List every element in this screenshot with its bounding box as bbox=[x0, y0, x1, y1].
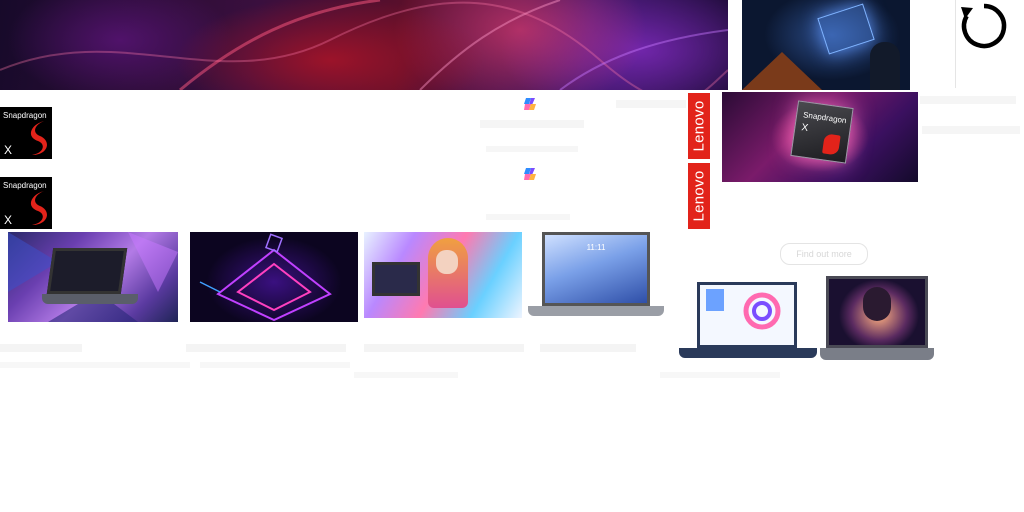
faded-text-line bbox=[920, 96, 1016, 104]
chip-model: X bbox=[800, 122, 809, 134]
character-face bbox=[436, 250, 458, 274]
laptop-screen bbox=[372, 262, 420, 296]
hero-banner[interactable] bbox=[0, 0, 728, 90]
copilot-graphic bbox=[706, 289, 781, 330]
product-image-silver-laptop[interactable]: 11:11 bbox=[528, 232, 664, 320]
faded-text-line bbox=[616, 100, 686, 108]
product-image-portrait-laptop[interactable] bbox=[820, 276, 934, 364]
lock-screen-time: 11:11 bbox=[586, 243, 606, 252]
vertical-divider bbox=[955, 0, 956, 88]
snapdragon-flame-icon bbox=[822, 133, 841, 156]
hero-swirl-graphic bbox=[0, 0, 728, 90]
faded-text-line bbox=[186, 344, 346, 352]
faded-text-line bbox=[200, 362, 350, 368]
faded-text-line bbox=[0, 344, 82, 352]
product-image-neon-geometry[interactable] bbox=[190, 232, 358, 322]
snapdragon-badge: Snapdragon X bbox=[0, 107, 52, 159]
faded-text-line bbox=[922, 126, 1020, 134]
faded-text-line bbox=[540, 344, 636, 352]
find-out-more-button[interactable]: Find out more bbox=[780, 243, 868, 265]
copilot-icon bbox=[522, 166, 538, 182]
lenovo-logo-text: Lenovo bbox=[690, 100, 708, 152]
portrait-figure bbox=[863, 287, 891, 321]
laptop-screen bbox=[826, 276, 928, 348]
snapdragon-model: X bbox=[4, 143, 13, 157]
laptop-screen: 11:11 bbox=[542, 232, 650, 306]
faded-text-line bbox=[0, 362, 190, 368]
faded-text-line bbox=[354, 372, 458, 378]
lenovo-logo-text: Lenovo bbox=[690, 170, 708, 222]
reload-icon bbox=[961, 3, 1007, 49]
snapdragon-flame-icon bbox=[30, 121, 47, 155]
product-image-laptop-geometric[interactable] bbox=[8, 232, 178, 322]
snapdragon-flame-icon bbox=[30, 191, 47, 225]
reload-button[interactable] bbox=[958, 0, 1010, 52]
copilot-icon bbox=[522, 96, 538, 112]
product-image-copilot-laptop[interactable] bbox=[679, 276, 817, 362]
faded-text-line bbox=[486, 214, 570, 220]
night-scene-image[interactable] bbox=[742, 0, 910, 90]
laptop-screen bbox=[46, 248, 128, 294]
faded-text-line bbox=[364, 344, 524, 352]
chip-brand: Snapdragon bbox=[802, 110, 848, 126]
laptop-base bbox=[820, 348, 934, 360]
laptop-base bbox=[528, 306, 664, 316]
lenovo-logo: Lenovo bbox=[688, 93, 710, 159]
snapdragon-chip-image[interactable]: Snapdragon X bbox=[722, 92, 918, 182]
snapdragon-model: X bbox=[4, 213, 13, 227]
faded-text-line bbox=[480, 120, 584, 128]
person-silhouette bbox=[870, 42, 900, 90]
faded-text-line bbox=[660, 372, 780, 378]
faded-text-line bbox=[486, 146, 578, 152]
snapdragon-badge: Snapdragon X bbox=[0, 177, 52, 229]
product-image-ai-art[interactable] bbox=[364, 232, 522, 318]
lenovo-logo: Lenovo bbox=[688, 163, 710, 229]
chip-die: Snapdragon X bbox=[790, 100, 854, 164]
laptop-screen bbox=[697, 282, 797, 348]
neon-geometry-graphic bbox=[199, 233, 332, 322]
laptop-base bbox=[42, 294, 138, 304]
holo-card-graphic bbox=[817, 3, 875, 55]
laptop-base bbox=[679, 348, 817, 358]
tent-shape bbox=[742, 52, 822, 90]
